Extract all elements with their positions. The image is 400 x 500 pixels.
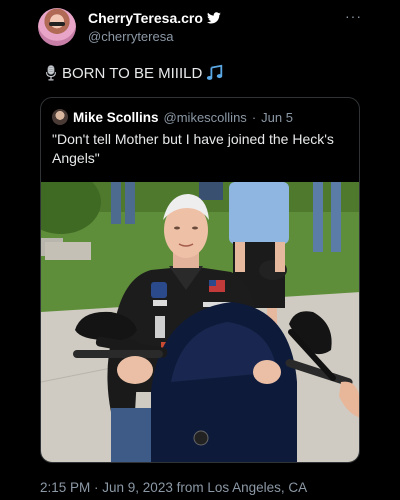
tweet-text: BORN TO BE MIIILD [44, 64, 224, 82]
quoted-tweet-header: Mike Scollins @mikescollins · Jun 5 [52, 109, 293, 125]
twitter-bird-icon [206, 12, 221, 24]
tweet-text-body: BORN TO BE MIIILD [62, 64, 203, 82]
tweet-timestamp[interactable]: 2:15 PM · Jun 9, 2023 from Los Angeles, … [40, 480, 307, 495]
more-horizontal-icon[interactable]: ··· [345, 8, 362, 24]
photo-illustration [41, 182, 359, 462]
quoted-tweet[interactable]: Mike Scollins @mikescollins · Jun 5 "Don… [40, 97, 360, 463]
author-display-name-text[interactable]: CherryTeresa.cro [88, 10, 203, 26]
quoted-tweet-text: "Don't tell Mother but I have joined the… [52, 131, 334, 166]
author-handle[interactable]: @cherryteresa [88, 29, 221, 44]
quoted-separator: · [251, 109, 257, 125]
musical-notes-emoji [207, 64, 223, 80]
quoted-photo[interactable] [41, 182, 359, 462]
quoted-author-avatar [52, 109, 68, 125]
microphone-emoji [46, 65, 56, 81]
timestamp-text[interactable]: 2:15 PM · Jun 9, 2023 from Los Angeles, … [40, 480, 307, 495]
author-avatar[interactable] [38, 8, 76, 46]
author-names[interactable]: CherryTeresa.cro @cherryteresa [88, 10, 221, 44]
quoted-author-name: Mike Scollins [73, 109, 159, 125]
quoted-date: Jun 5 [261, 109, 293, 125]
author-display-name[interactable]: CherryTeresa.cro [88, 10, 221, 26]
quoted-author-handle: @mikescollins [163, 109, 247, 125]
tweet: CherryTeresa.cro @cherryteresa ··· BORN … [0, 0, 400, 500]
